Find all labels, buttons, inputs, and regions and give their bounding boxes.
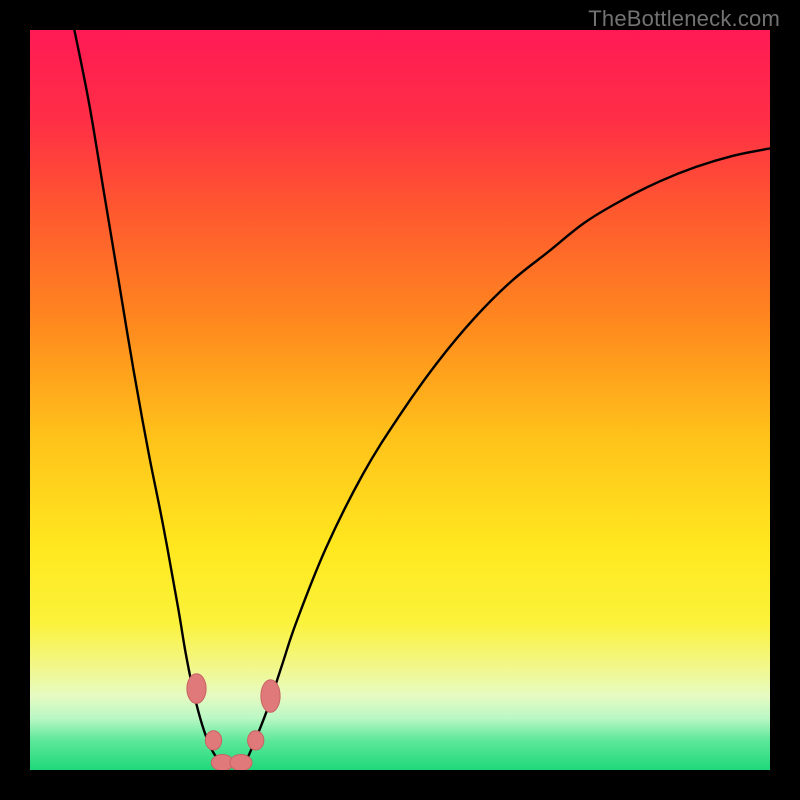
curve-marker xyxy=(261,680,280,713)
curve-layer xyxy=(30,30,770,770)
curve-marker xyxy=(187,674,206,704)
plot-area xyxy=(30,30,770,770)
curve-marker xyxy=(230,754,252,770)
curve-right-branch xyxy=(237,148,770,766)
chart-frame: TheBottleneck.com xyxy=(0,0,800,800)
watermark-text: TheBottleneck.com xyxy=(588,6,780,32)
curve-left-branch xyxy=(74,30,229,766)
curve-marker xyxy=(205,731,221,750)
curve-marker xyxy=(248,731,264,750)
